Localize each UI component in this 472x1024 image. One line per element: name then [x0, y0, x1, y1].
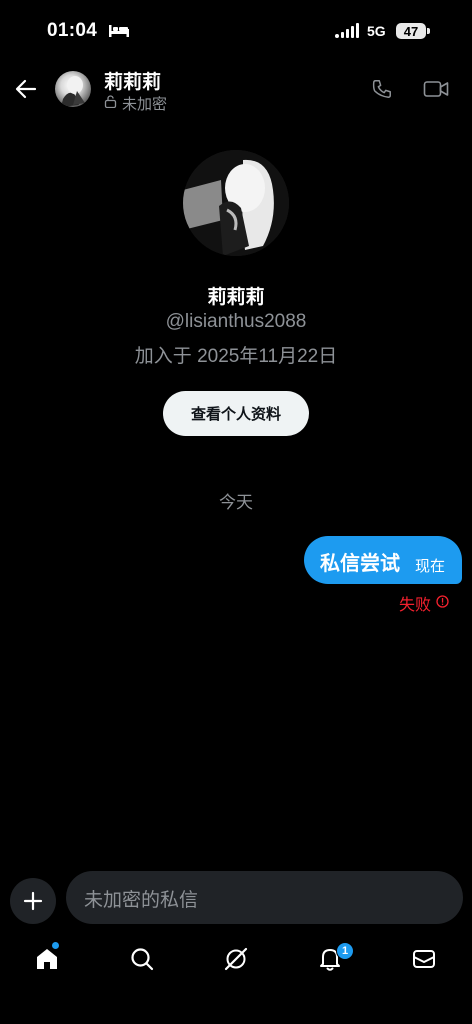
message-time: 现在 — [415, 558, 446, 575]
status-time: 01:04 — [47, 20, 98, 41]
grok-icon[interactable] — [223, 946, 249, 972]
notification-badge: 1 — [336, 942, 354, 960]
back-arrow-icon[interactable] — [14, 78, 38, 100]
signal-icon — [335, 23, 359, 38]
unlock-icon — [104, 95, 117, 108]
view-profile-button[interactable]: 查看个人资料 — [163, 391, 309, 436]
sleep-mode-icon — [109, 25, 129, 37]
message-text: 私信尝试 — [320, 553, 400, 575]
conversation-name[interactable]: 莉莉莉 — [104, 67, 161, 94]
encryption-status: 未加密 — [122, 96, 168, 113]
phone-call-icon[interactable] — [371, 78, 393, 100]
avatar-image — [183, 150, 289, 256]
battery-indicator: 47 — [396, 23, 426, 39]
messages-icon[interactable] — [411, 946, 437, 972]
avatar-image — [61, 76, 85, 107]
message-input-placeholder: 未加密的私信 — [84, 890, 199, 911]
network-type: 5G — [367, 23, 386, 39]
battery-tip — [427, 28, 430, 34]
profile-joined-date: 加入于 2025年11月22日 — [134, 346, 338, 367]
message-failed-status[interactable]: 失败 — [399, 591, 431, 615]
add-attachment-button[interactable] — [10, 878, 56, 924]
profile-handle: @lisianthus2088 — [165, 311, 307, 332]
profile-avatar[interactable] — [183, 150, 289, 256]
plus-icon — [23, 891, 43, 911]
profile-name: 莉莉莉 — [207, 287, 265, 308]
date-separator: 今天 — [219, 493, 253, 512]
header-avatar[interactable] — [55, 71, 91, 107]
search-icon[interactable] — [129, 946, 155, 972]
home-notification-dot — [52, 942, 59, 949]
error-info-icon[interactable] — [436, 595, 449, 608]
video-call-icon[interactable] — [423, 79, 449, 99]
home-icon[interactable] — [34, 946, 60, 972]
